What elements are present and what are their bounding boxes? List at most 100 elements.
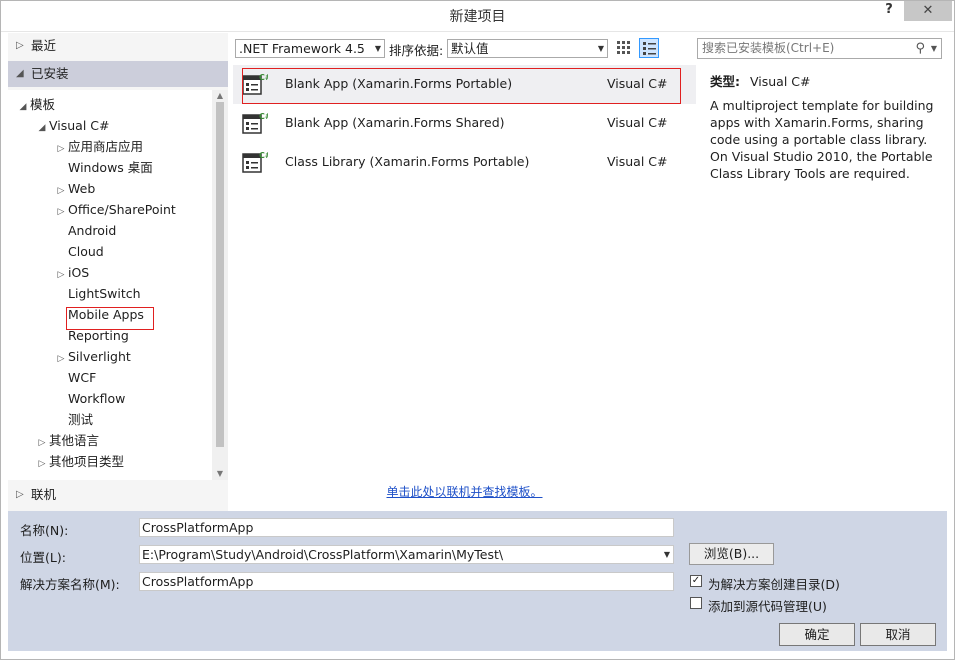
tree-item[interactable]: ◢ 模板 [16,94,55,115]
search-placeholder: 搜索已安装模板(Ctrl+E) [702,41,835,55]
search-icon[interactable]: ⚲ [915,39,925,58]
dropdown-icon: ▼ [374,44,381,53]
expand-icon[interactable]: ▷ [35,454,49,475]
tree-item-label: Workflow [68,391,126,406]
template-list: C#Blank App (Xamarin.Forms Portable)Visu… [233,63,696,511]
tree-item[interactable]: ▷ 其他项目类型 [35,451,124,472]
add-source-control-checkbox[interactable] [690,597,702,609]
create-directory-checkbox[interactable]: ✓ [690,575,702,587]
dropdown-icon[interactable]: ▼ [931,39,937,58]
search-input[interactable]: 搜索已安装模板(Ctrl+E) ⚲ ▼ [697,38,942,59]
tree-item[interactable]: ▷ Silverlight [54,346,131,367]
template-item[interactable]: C# Class Library (Xamarin.Forms Portable)… [233,143,696,182]
section-recent[interactable]: ▷ 最近 [8,33,228,59]
tree-item[interactable]: Workflow [54,388,125,409]
tree-item[interactable]: ▷ Web [54,178,96,199]
expand-icon: ▷ [16,489,24,500]
scroll-up-icon[interactable]: ▲ [212,90,228,102]
tree-item-label: Cloud [68,244,104,259]
window-title: 新建项目 [449,9,506,25]
tree-item-label: Windows 桌面 [68,160,153,175]
tree-item-label: 应用商店应用 [68,139,144,154]
tree-item-label: Android [68,223,117,238]
scroll-thumb[interactable] [216,102,224,447]
scroll-down-icon[interactable]: ▼ [212,468,228,480]
tree-scrollbar[interactable]: ▲ ▼ [212,90,228,480]
tree-item[interactable]: WCF [54,367,96,388]
tree-item[interactable]: ◢ Visual C# [35,115,110,136]
name-label: 名称(N): [20,523,69,538]
browse-button[interactable]: 浏览(B)... [689,543,774,565]
template-name: Class Library (Xamarin.Forms Portable) [285,154,530,169]
template-tree: ◢ 模板 ◢ Visual C# ▷ 应用商店应用 Windows 桌面 ▷ Web ▷ Offic… [8,90,212,480]
expand-icon: ▷ [16,40,24,51]
template-name: Blank App (Xamarin.Forms Shared) [285,115,505,130]
section-installed[interactable]: ◢ 已安装 [8,61,228,87]
collapse-icon: ◢ [16,68,24,79]
type-value: Visual C# [749,74,811,89]
close-button[interactable]: ✕ [904,1,952,21]
name-value: CrossPlatformApp [142,520,254,535]
location-field[interactable]: E:\Program\Study\Android\CrossPlatform\X… [139,545,674,564]
tree-item[interactable]: ▷ Office/SharePoint [54,199,176,220]
sort-select[interactable]: 默认值 ▼ [447,39,608,58]
add-source-control-label: 添加到源代码管理(U) [708,599,827,614]
tree-item-label: iOS [68,265,90,280]
section-recent-label: 最近 [31,38,57,53]
tree-item[interactable]: LightSwitch [54,283,141,304]
svg-text:C#: C# [259,112,268,121]
svg-text:C#: C# [259,151,268,160]
section-online-label: 联机 [31,487,57,502]
template-item[interactable]: C# Blank App (Xamarin.Forms Shared) Visual… [233,104,696,143]
create-directory-label: 为解决方案创建目录(D) [708,577,840,592]
tree-item[interactable]: Android [54,220,116,241]
tree-item-label: Visual C# [49,118,110,133]
solution-name-value: CrossPlatformApp [142,574,254,589]
tree-item-label: 模板 [30,97,56,112]
ok-button[interactable]: 确定 [779,623,855,646]
help-button[interactable]: ? [878,2,900,22]
tree-item[interactable]: ▷ 应用商店应用 [54,136,143,157]
list-view-icon[interactable] [639,38,659,58]
csharp-project-icon: C# [242,151,268,173]
dropdown-icon: ▼ [597,44,604,53]
tree-item-label: 其他项目类型 [49,454,125,469]
section-online[interactable]: ▷ 联机 [8,482,228,508]
tree-item-label: LightSwitch [68,286,141,301]
cancel-button[interactable]: 取消 [860,623,936,646]
tree-item[interactable]: ▷ iOS [54,262,90,283]
name-field[interactable]: CrossPlatformApp [139,518,674,537]
sort-label: 排序依据: [389,43,444,58]
collapse-icon[interactable]: ◢ [16,97,30,118]
solution-name-field[interactable]: CrossPlatformApp [139,572,674,591]
tree-item-label: 其他语言 [49,433,100,448]
tree-item-label: Web [68,181,96,196]
tree-item-label: WCF [68,370,97,385]
location-value: E:\Program\Study\Android\CrossPlatform\X… [142,547,504,562]
csharp-project-icon: C# [242,112,268,134]
tree-item-label: 测试 [68,412,94,427]
mobile-apps-highlight [66,307,154,330]
online-templates-link[interactable]: 单击此处以联机并查找模板。 [233,483,696,500]
tree-item[interactable]: 测试 [54,409,93,430]
details-type: 类型: Visual C# [710,71,810,90]
framework-value: .NET Framework 4.5 [239,41,365,56]
tree-item[interactable]: ▷ 其他语言 [35,430,99,451]
section-installed-label: 已安装 [31,66,69,81]
tree-item-label: Reporting [68,328,129,343]
solution-name-label: 解决方案名称(M): [20,577,120,592]
tree-item[interactable]: Cloud [54,241,104,262]
type-label: 类型: [710,74,740,89]
framework-select[interactable]: .NET Framework 4.5 ▼ [235,39,385,58]
grid-view-icon[interactable] [614,38,634,58]
template-language: Visual C# [607,115,668,130]
template-language: Visual C# [607,154,668,169]
dropdown-icon[interactable]: ▼ [664,546,670,563]
template-description: A multiproject template for building app… [710,98,934,181]
tree-item-label: Office/SharePoint [68,202,176,217]
collapse-icon[interactable]: ◢ [35,118,49,139]
tree-item[interactable]: Windows 桌面 [54,157,153,178]
tree-item-label: Silverlight [68,349,131,364]
location-label: 位置(L): [20,550,66,565]
details-panel: 类型: Visual C# A multiproject template fo… [700,63,947,511]
